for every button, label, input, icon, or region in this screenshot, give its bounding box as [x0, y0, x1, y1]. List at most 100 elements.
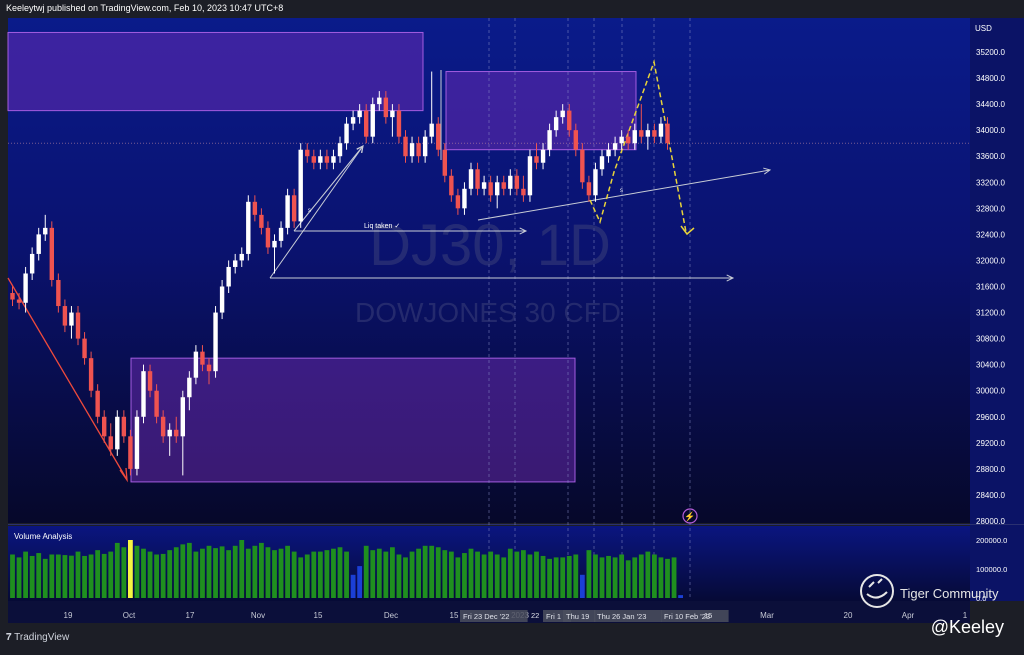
candle-body [115, 416, 120, 450]
candle-body [154, 390, 159, 417]
candle-body [645, 130, 651, 137]
date-label: Thu 19 [566, 612, 589, 621]
price-tick-label: 32000.0 [976, 256, 1005, 265]
candle-body [95, 390, 100, 417]
candle-body [233, 260, 238, 267]
volume-bar [304, 554, 310, 598]
volume-bar [678, 595, 683, 598]
volume-bar [501, 557, 507, 598]
candle-body [501, 182, 506, 189]
candle-body [468, 169, 474, 189]
volume-bar [599, 557, 605, 598]
volume-bar [403, 557, 408, 598]
candle-body [29, 253, 35, 274]
candle-body [259, 214, 264, 228]
volume-bar [658, 557, 664, 598]
volume-bar [521, 550, 526, 598]
volume-bar [88, 554, 94, 598]
candle-body [390, 110, 395, 118]
volume-bar [167, 550, 173, 598]
volume-bar [462, 553, 467, 598]
candle-body [337, 143, 343, 157]
candle-body [436, 123, 441, 150]
candle-body [291, 195, 297, 222]
candle-body [108, 436, 113, 450]
candle-body [612, 143, 618, 150]
candle-body [403, 136, 408, 157]
candle-body [62, 306, 68, 326]
price-tick-label: 35200.0 [976, 48, 1005, 57]
currency-label: USD [975, 24, 992, 33]
volume-bar [553, 557, 559, 598]
volume-bar [409, 551, 415, 598]
candle-body [226, 266, 231, 287]
alert-icon[interactable]: ⚡ [682, 508, 698, 524]
volume-bar [573, 554, 579, 598]
volume-bar [363, 545, 369, 598]
volume-bar [147, 551, 153, 598]
volume-bar [534, 551, 539, 598]
candle-body [580, 149, 585, 183]
volume-bar [114, 542, 120, 598]
time-tick-label: 19 [64, 611, 73, 620]
volume-bar [239, 540, 245, 598]
candle-body [305, 149, 310, 157]
candle-body [534, 156, 539, 163]
candle-body [82, 338, 87, 359]
volume-bar [370, 550, 376, 598]
volume-bar [527, 554, 533, 598]
candle-body [396, 110, 402, 137]
volume-pane-title: Volume Analysis [14, 532, 72, 541]
candle-body [350, 117, 356, 124]
time-tick-label: 17 [186, 611, 195, 620]
volume-bar [259, 542, 264, 598]
volume-bar [612, 557, 618, 598]
candle-body [180, 397, 185, 437]
volume-bar [540, 555, 546, 598]
candle-body [573, 130, 578, 150]
candle-body [488, 182, 493, 196]
svg-text:⚡: ⚡ [684, 511, 695, 523]
date-label: Thu 26 Jan '23 [597, 612, 646, 621]
volume-bar [95, 550, 101, 598]
volume-bar [213, 548, 218, 598]
candle-body [239, 253, 244, 261]
date-label-extra: 15 [704, 611, 712, 620]
volume-bar [272, 550, 277, 598]
candle-body [252, 201, 258, 215]
volume-bar [448, 551, 454, 598]
candle-body [206, 364, 212, 372]
volume-bar [625, 560, 631, 598]
volume-bar [298, 557, 304, 598]
price-chart: DJ30, 1D DOWJONES 30 CFD Liq taken ✓ s s 3… [7, 18, 1024, 623]
candle-body [481, 182, 487, 189]
candle-body [49, 227, 54, 280]
time-tick-label: 15 [314, 611, 323, 620]
volume-bar [49, 554, 55, 598]
candle-body [560, 110, 565, 118]
candle-body [383, 97, 389, 118]
volume-bar [383, 551, 389, 598]
volume-bar [324, 550, 330, 598]
price-tick-label: 29200.0 [976, 439, 1005, 448]
volume-bar [357, 566, 363, 598]
volume-bar [376, 548, 382, 598]
publisher-header: Keeleytwj published on TradingView.com, … [6, 3, 284, 13]
candle-body [632, 130, 637, 144]
candle-body [586, 182, 592, 196]
candle-body [658, 123, 664, 137]
volume-bar [652, 554, 657, 598]
volume-bar [173, 547, 179, 598]
volume-bar [101, 553, 107, 598]
volume-tick-label: 200000.0 [976, 536, 1007, 545]
candle-body [409, 143, 415, 157]
candle-body [141, 371, 146, 417]
candle-body [514, 175, 520, 189]
candle-body [357, 110, 362, 118]
candle-body [10, 293, 15, 300]
volume-bar [435, 547, 441, 598]
volume-bar [160, 553, 166, 598]
volume-bar [154, 554, 159, 598]
candle-body [540, 149, 546, 163]
volume-bar [121, 547, 127, 598]
